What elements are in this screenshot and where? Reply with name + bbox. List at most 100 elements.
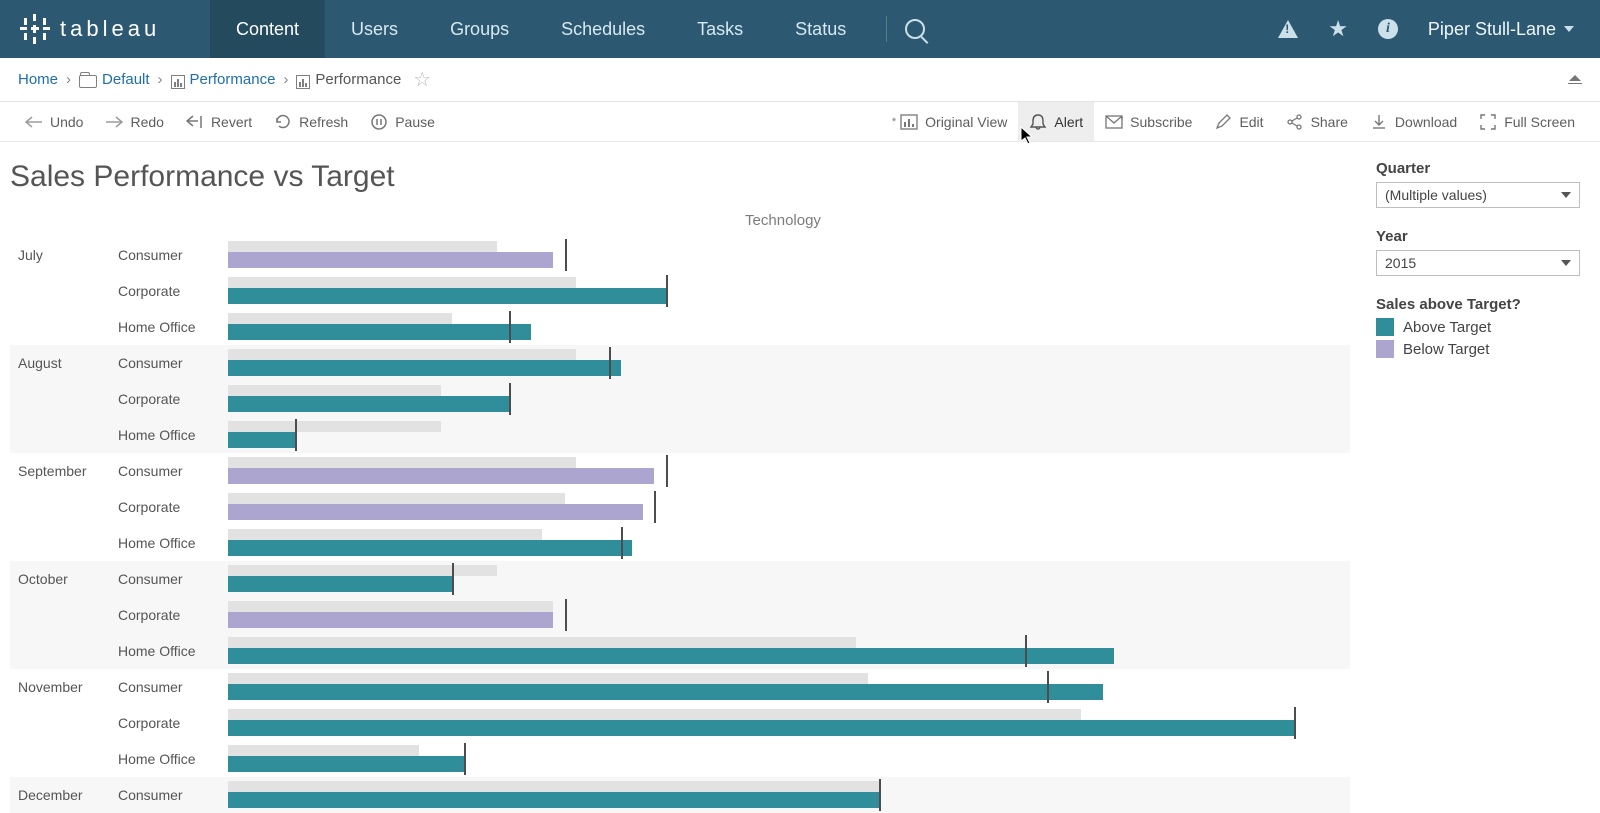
refresh-button[interactable]: Refresh [263,102,359,141]
nav-tab-content[interactable]: Content [210,0,325,58]
search-icon[interactable] [905,19,925,39]
chart-row[interactable]: Corporate [118,705,1350,741]
bar-track [228,561,1350,597]
nav-tab-groups[interactable]: Groups [424,0,535,58]
target-marker [879,779,881,811]
bar-context [228,277,576,288]
bar-track [228,777,1350,813]
bar-track [228,741,1350,777]
nav-tab-users[interactable]: Users [325,0,424,58]
month-label: July [10,237,118,345]
segment-label: Consumer [118,463,228,479]
bar-actual [228,720,1294,736]
legend-below[interactable]: Below Target [1376,340,1580,358]
crumb-home[interactable]: Home [18,71,58,88]
nav-tab-tasks[interactable]: Tasks [671,0,769,58]
bar-actual [228,324,531,340]
bar-actual [228,504,643,520]
refresh-icon [274,113,292,131]
redo-button[interactable]: Redo [94,102,174,141]
bar-context [228,709,1081,720]
user-menu[interactable]: Piper Stull-Lane [1428,19,1574,40]
crumb-workbook[interactable]: Performance [190,71,276,88]
bar-context [228,313,452,324]
alert-button[interactable]: Alert [1018,102,1094,141]
chart-row[interactable]: Home Office [118,417,1350,453]
segment-label: Corporate [118,391,228,407]
bar-context [228,673,868,684]
fullscreen-icon [1479,113,1497,131]
chart-row[interactable]: Home Office [118,309,1350,345]
segment-label: Consumer [118,679,228,695]
undo-button[interactable]: Undo [14,102,94,141]
chart-row[interactable]: Corporate [118,597,1350,633]
share-button[interactable]: Share [1275,102,1359,141]
chart-row[interactable]: Home Office [118,633,1350,669]
segment-label: Corporate [118,499,228,515]
chart-row[interactable]: Consumer [118,345,1350,381]
chart-row[interactable]: Consumer [118,453,1350,489]
swatch-above-icon [1376,318,1394,336]
bar-track [228,309,1350,345]
nav-divider [886,16,887,42]
view-icon [296,75,310,89]
target-marker [1294,707,1296,739]
bar-context [228,493,565,504]
original-view-button[interactable]: * Original View [881,102,1019,141]
revert-icon [186,113,204,131]
quarter-filter-label: Quarter [1376,160,1580,177]
nav-tab-status[interactable]: Status [769,0,872,58]
year-filter-select[interactable]: 2015 [1376,250,1580,276]
chart-row[interactable]: Consumer [118,777,1350,813]
info-icon[interactable]: i [1378,19,1398,39]
legend-above[interactable]: Above Target [1376,318,1580,336]
revert-button[interactable]: Revert [175,102,263,141]
bar-actual [228,648,1114,664]
nav-tab-schedules[interactable]: Schedules [535,0,671,58]
chart-row[interactable]: Consumer [118,669,1350,705]
bar-track [228,705,1350,741]
year-filter-label: Year [1376,228,1580,245]
segment-label: Consumer [118,571,228,587]
segment-label: Home Office [118,319,228,335]
svg-text:+: + [1119,114,1123,123]
brand-logo[interactable]: tableau [0,14,210,44]
target-marker [654,491,656,523]
bar-track [228,237,1350,273]
chart-row[interactable]: Corporate [118,381,1350,417]
pause-button[interactable]: Pause [359,102,446,141]
chart-row[interactable]: Corporate [118,273,1350,309]
fullscreen-button[interactable]: Full Screen [1468,102,1586,141]
chart-row[interactable]: Home Office [118,525,1350,561]
chart-row[interactable]: Consumer [118,237,1350,273]
collapse-header-icon[interactable] [1568,75,1582,84]
filter-panel: Quarter (Multiple values) Year 2015 Sale… [1350,156,1590,813]
month-group: JulyConsumerCorporate Home Office [10,237,1350,345]
chart-row[interactable]: Corporate [118,489,1350,525]
target-marker [621,527,623,559]
month-group: NovemberConsumerCorporateHome Office [10,669,1350,777]
quarter-filter-select[interactable]: (Multiple values) [1376,182,1580,208]
tableau-logo-icon [20,14,50,44]
download-button[interactable]: Download [1359,102,1468,141]
bar-context [228,457,576,468]
folder-icon [79,75,97,88]
chart-row[interactable]: Consumer [118,561,1350,597]
bar-actual [228,612,553,628]
crumb-project[interactable]: Default [102,71,150,88]
bar-track [228,417,1350,453]
edit-button[interactable]: Edit [1203,102,1274,141]
bar-context [228,241,497,252]
bar-context [228,385,441,396]
month-group: SeptemberConsumerCorporateHome Office [10,453,1350,561]
month-group: OctoberConsumerCorporateHome Office [10,561,1350,669]
subscribe-button[interactable]: + Subscribe [1094,102,1203,141]
alert-warning-icon[interactable] [1278,20,1298,38]
chart-row[interactable]: Home Office [118,741,1350,777]
bar-actual [228,576,452,592]
bar-track [228,669,1350,705]
bar-actual [228,432,295,448]
favorite-toggle-icon[interactable]: ☆ [413,67,431,92]
favorites-icon[interactable]: ★ [1328,16,1348,42]
bar-track [228,633,1350,669]
